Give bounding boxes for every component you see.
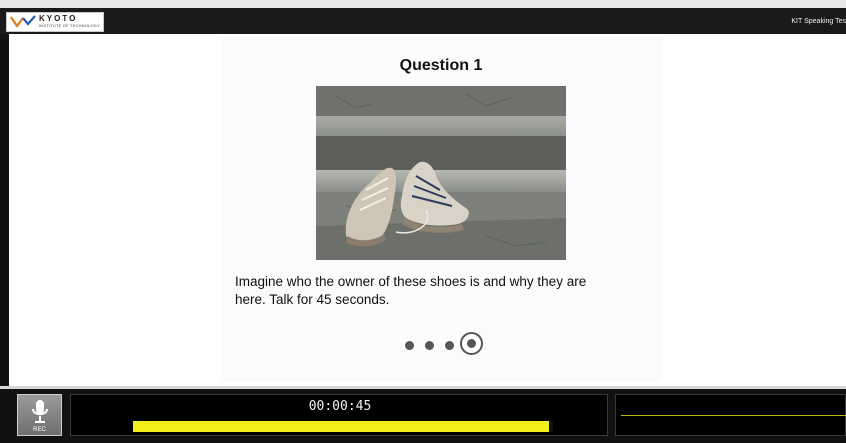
header-bar: KYOTO INSTITUTE OF TECHNOLOGY KIT Speaki… — [0, 0, 846, 34]
kit-logo-icon — [10, 15, 36, 28]
timer-panel: 00:00:45 — [70, 394, 608, 436]
time-progress-bar — [133, 421, 553, 432]
microphone-icon — [32, 400, 48, 423]
question-card: Question 1 Imagine who the owner of thes… — [221, 37, 661, 382]
audio-level-panel — [615, 394, 846, 436]
audio-level-line — [621, 415, 846, 416]
sneakers-photo-icon — [316, 86, 566, 260]
recorder-bar: REC 00:00:45 — [0, 386, 846, 443]
institute-logo: KYOTO INSTITUTE OF TECHNOLOGY — [6, 12, 104, 32]
question-prompt: Imagine who the owner of these shoes is … — [235, 273, 635, 309]
step-dot-1 — [405, 341, 414, 350]
step-indicator — [395, 330, 495, 360]
prompt-line-1: Imagine who the owner of these shoes is … — [235, 274, 587, 289]
app-frame: KYOTO INSTITUTE OF TECHNOLOGY KIT Speaki… — [0, 0, 846, 443]
record-button[interactable]: REC — [17, 394, 62, 436]
time-progress-fill — [133, 421, 549, 432]
recorder-separator — [0, 386, 846, 389]
question-panel: Question 1 Imagine who the owner of thes… — [9, 34, 846, 386]
prompt-line-2: here. Talk for 45 seconds. — [235, 292, 390, 307]
logo-subtext: INSTITUTE OF TECHNOLOGY — [39, 23, 100, 28]
step-dot-3 — [445, 341, 454, 350]
app-title: KIT Speaking Tes — [791, 18, 846, 25]
question-photo — [316, 86, 566, 260]
question-title: Question 1 — [399, 57, 483, 74]
timer-readout: 00:00:45 — [308, 399, 372, 414]
step-dot-current — [460, 332, 483, 355]
logo-text: KYOTO — [39, 14, 78, 23]
header-stripe — [0, 0, 846, 8]
record-label: REC — [33, 427, 46, 433]
step-dot-2 — [425, 341, 434, 350]
